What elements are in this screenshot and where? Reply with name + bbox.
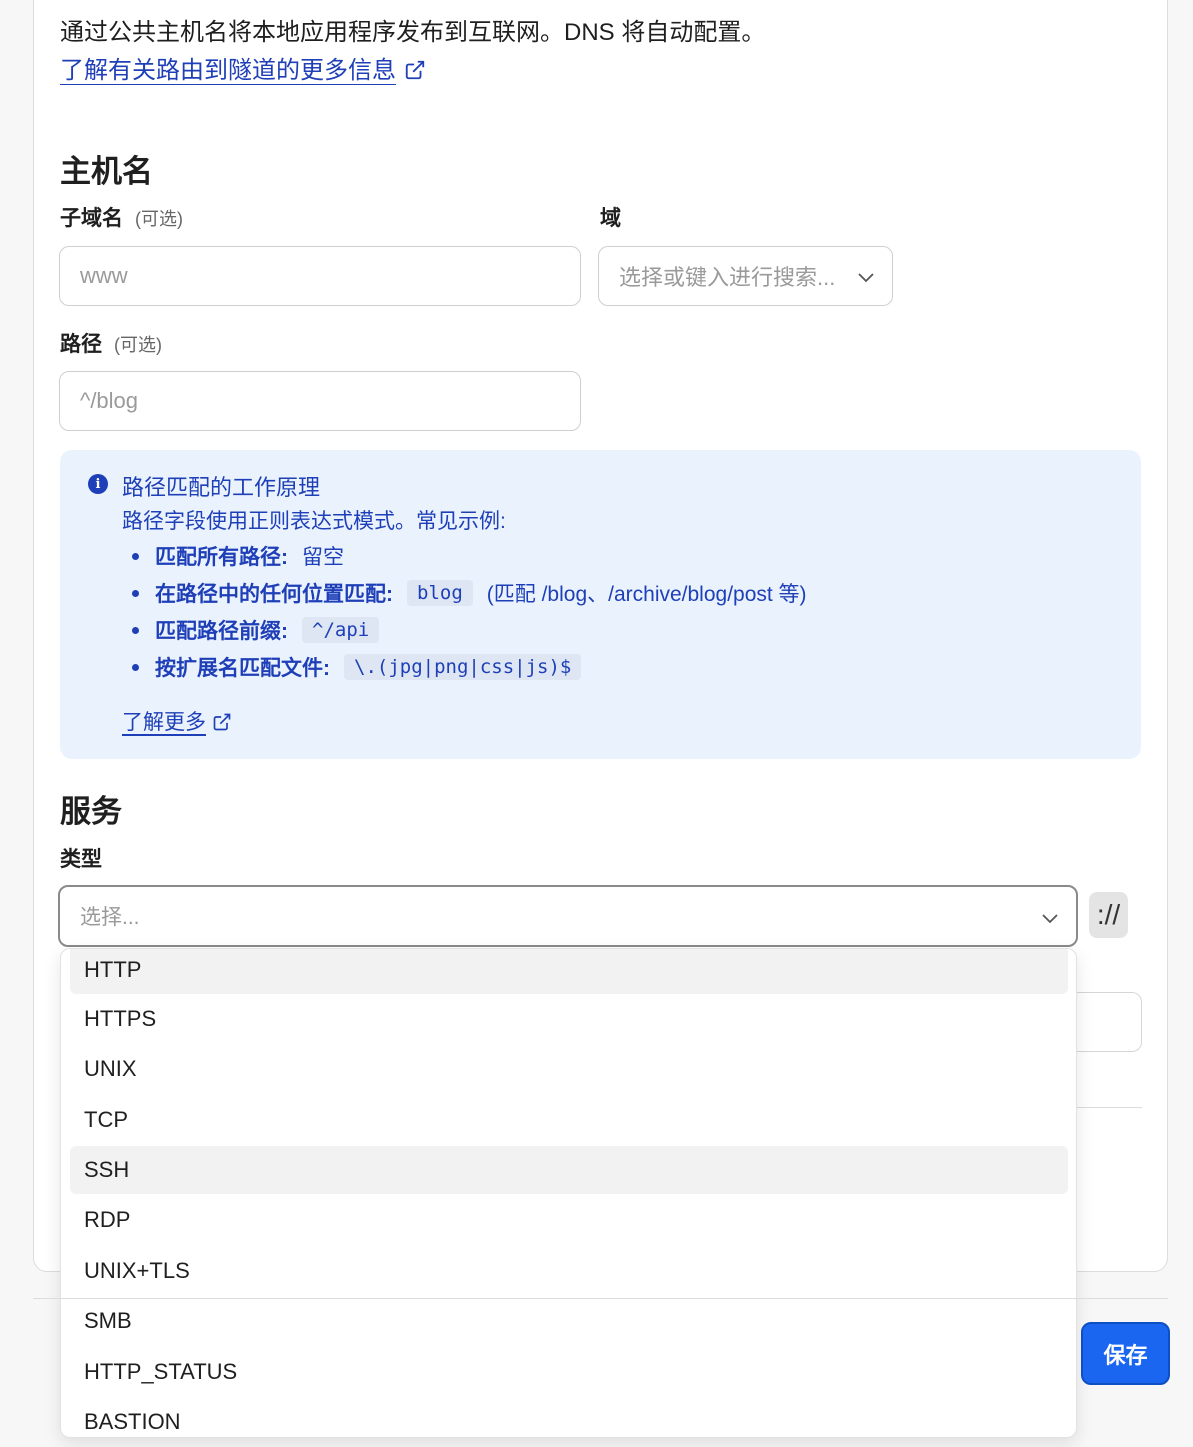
example-label: 按扩展名匹配文件:	[155, 657, 330, 680]
info-example-item: 匹配路径前缀: ^/api	[132, 615, 393, 645]
chevron-down-icon	[1042, 914, 1058, 924]
subdomain-label-text: 子域名	[60, 207, 123, 230]
option-http-status[interactable]: HTTP_STATUS	[70, 1348, 1068, 1396]
option-unix[interactable]: UNIX	[70, 1045, 1068, 1093]
option-tcp[interactable]: TCP	[70, 1096, 1068, 1144]
subdomain-input[interactable]: www	[59, 246, 581, 306]
path-optional-tag: (可选)	[114, 335, 162, 355]
info-example-item: 按扩展名匹配文件: \.(jpg|png|css|js)$	[132, 652, 595, 682]
path-label-text: 路径	[60, 333, 102, 356]
type-label: 类型	[60, 848, 102, 871]
info-description: 路径字段使用正则表达式模式。常见示例:	[122, 510, 506, 533]
option-http[interactable]: HTTP	[70, 949, 1068, 994]
chevron-down-icon	[858, 273, 874, 283]
domain-placeholder: 选择或键入进行搜索...	[619, 265, 836, 290]
info-learn-more-link[interactable]: 了解更多	[122, 706, 232, 736]
bullet-dot	[132, 663, 139, 671]
external-link-icon	[213, 713, 231, 731]
example-code: blog	[407, 580, 473, 606]
example-label: 在路径中的任何位置匹配:	[155, 583, 393, 606]
bullet-dot	[132, 552, 139, 560]
example-label: 匹配所有路径:	[155, 546, 288, 569]
subdomain-optional-tag: (可选)	[135, 209, 183, 229]
learn-more-routing-label: 了解有关路由到隧道的更多信息	[60, 57, 396, 84]
divider	[1070, 1107, 1142, 1108]
info-example-item: 在路径中的任何位置匹配: blog (匹配 /blog、/archive/blo…	[132, 578, 807, 608]
intro-text: 通过公共主机名将本地应用程序发布到互联网。DNS 将自动配置。	[60, 19, 766, 46]
service-type-select[interactable]: 选择...	[58, 885, 1078, 947]
example-code: \.(jpg|png|css|js)$	[344, 654, 582, 680]
service-section-title: 服务	[60, 794, 122, 829]
example-code: ^/api	[302, 617, 380, 643]
path-placeholder: ^/blog	[80, 388, 139, 413]
service-type-dropdown: HTTP HTTPS UNIX TCP SSH RDP UNIX+TLS SMB…	[60, 948, 1077, 1438]
path-input[interactable]: ^/blog	[59, 371, 581, 431]
info-title: 路径匹配的工作原理	[122, 475, 321, 500]
url-scheme-badge: ://	[1089, 892, 1128, 938]
domain-select[interactable]: 选择或键入进行搜索...	[598, 246, 893, 306]
path-matching-info-box: i 路径匹配的工作原理 路径字段使用正则表达式模式。常见示例: 匹配所有路径: …	[60, 450, 1141, 759]
option-bastion[interactable]: BASTION	[70, 1398, 1068, 1437]
bullet-dot	[132, 626, 139, 634]
save-button[interactable]: 保存	[1081, 1322, 1170, 1385]
subdomain-placeholder: www	[80, 263, 128, 288]
option-ssh[interactable]: SSH	[70, 1146, 1068, 1194]
domain-label: 域	[600, 207, 621, 230]
option-smb[interactable]: SMB	[70, 1297, 1068, 1345]
path-label: 路径 (可选)	[60, 328, 162, 358]
option-rdp[interactable]: RDP	[70, 1196, 1068, 1244]
example-label: 匹配路径前缀:	[155, 620, 288, 643]
info-icon: i	[88, 474, 108, 494]
subdomain-label: 子域名 (可选)	[60, 202, 183, 232]
info-example-item: 匹配所有路径: 留空	[132, 541, 344, 571]
example-note: (匹配 /blog、/archive/blog/post 等)	[486, 583, 807, 606]
learn-more-routing-link[interactable]: 了解有关路由到隧道的更多信息	[60, 54, 426, 88]
external-link-icon	[405, 60, 425, 80]
info-learn-more-label: 了解更多	[122, 711, 206, 734]
footer-divider	[33, 1298, 1168, 1299]
bullet-dot	[132, 589, 139, 597]
option-unix-tls[interactable]: UNIX+TLS	[70, 1247, 1068, 1295]
hostname-section-title: 主机名	[60, 154, 153, 189]
example-value: 留空	[302, 546, 344, 569]
service-type-placeholder: 选择...	[80, 906, 140, 929]
option-https[interactable]: HTTPS	[70, 995, 1068, 1043]
